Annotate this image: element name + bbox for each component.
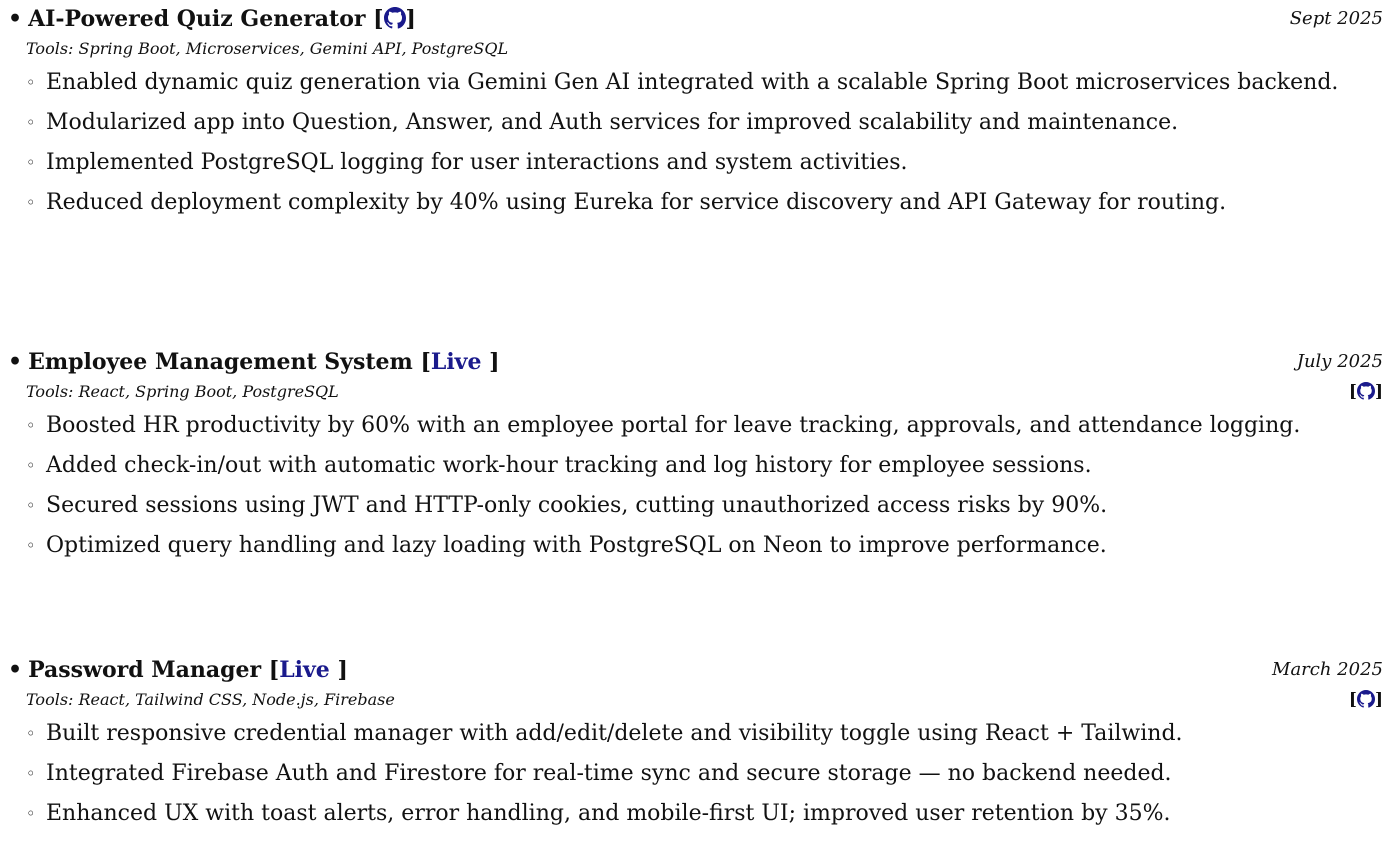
project-tools: Tools: Spring Boot, Microservices, Gemin…	[26, 39, 509, 58]
github-icon	[1356, 382, 1375, 408]
live-link[interactable]: Live	[431, 349, 482, 375]
github-link[interactable]	[1356, 382, 1375, 402]
project-title-text: AI-Powered Quiz Generator [	[28, 6, 384, 32]
list-item: ◦ Integrated Firebase Auth and Firestore …	[26, 761, 1172, 786]
project-date: July 2025	[1296, 351, 1383, 372]
project-date: Sept 2025	[1289, 8, 1383, 29]
list-item: ◦ Optimized query handling and lazy loadi…	[26, 533, 1107, 558]
github-link[interactable]	[383, 6, 406, 32]
project-title: • AI-Powered Quiz Generator []	[8, 2, 416, 39]
list-item: ◦ Secured sessions using JWT and HTTP-onl…	[26, 493, 1108, 518]
project-date: March 2025	[1272, 659, 1383, 680]
project-title: • Employee Management System [Live ]	[8, 349, 500, 375]
project-quiz-generator: • AI-Powered Quiz Generator [] Sept 2025 …	[0, 0, 1391, 226]
project-password-manager: • Password Manager [Live ] March 2025 Too…	[0, 653, 1391, 837]
project-title-text: Employee Management System [	[28, 349, 431, 375]
github-link[interactable]	[1356, 690, 1375, 710]
list-item: ◦ Modularized app into Question, Answer, …	[26, 110, 1179, 135]
list-item: ◦ Added check-in/out with automatic work-…	[26, 453, 1092, 478]
bullet-list: ◦ Boosted HR productivity by 60% with an …	[0, 409, 1391, 562]
project-title-text: Password Manager [	[28, 657, 280, 683]
project-tools: Tools: React, Tailwind CSS, Node.js, Fir…	[26, 690, 395, 709]
project-title: • Password Manager [Live ]	[8, 657, 348, 683]
github-icon	[383, 5, 406, 39]
list-item: ◦ Reduced deployment complexity by 40% us…	[26, 190, 1227, 215]
list-item: ◦ Built responsive credential manager wit…	[26, 721, 1183, 746]
list-item: ◦ Boosted HR productivity by 60% with an …	[26, 413, 1301, 438]
bullet-list: ◦ Built responsive credential manager wit…	[0, 717, 1391, 830]
project-employee-management: • Employee Management System [Live ] July…	[0, 345, 1391, 569]
list-item: ◦ Enabled dynamic quiz generation via Gem…	[26, 70, 1339, 95]
list-item: ◦ Enhanced UX with toast alerts, error ha…	[26, 801, 1171, 826]
resume-projects-section: • AI-Powered Quiz Generator [] Sept 2025 …	[0, 0, 1391, 848]
github-icon	[1356, 690, 1375, 716]
github-link-bracket: []	[1349, 687, 1383, 716]
project-tools: Tools: React, Spring Boot, PostgreSQL	[26, 382, 339, 401]
github-link-bracket: []	[1349, 379, 1383, 408]
live-link[interactable]: Live	[279, 657, 330, 683]
bullet-list: ◦ Enabled dynamic quiz generation via Gem…	[0, 66, 1391, 219]
list-item: ◦ Implemented PostgreSQL logging for user…	[26, 150, 908, 175]
